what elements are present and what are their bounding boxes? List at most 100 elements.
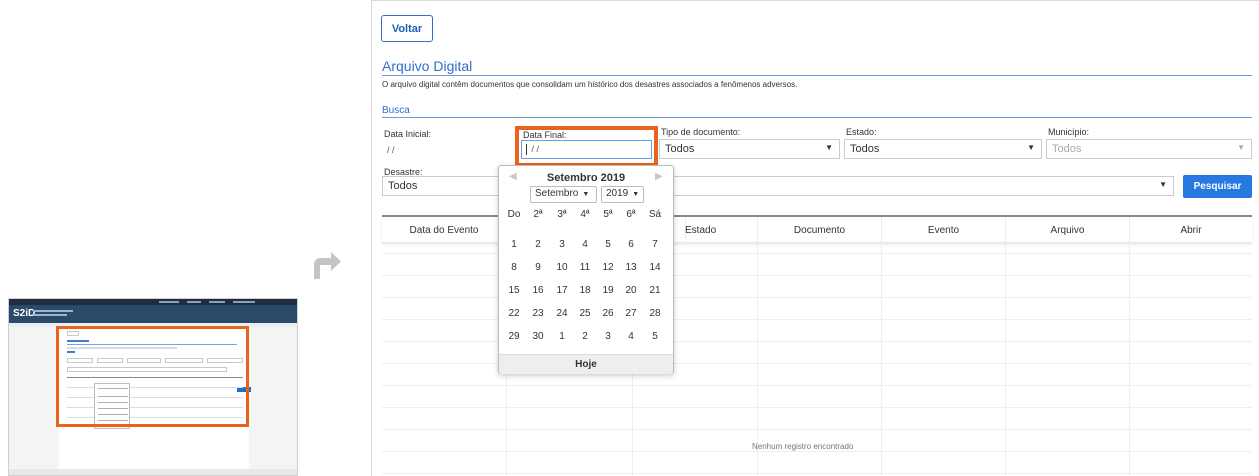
calendar-day[interactable]: 29 — [503, 330, 525, 344]
weekday-header: 4ª — [580, 209, 590, 220]
calendar-day[interactable]: 13 — [620, 261, 642, 275]
municipio-value: Todos — [1052, 143, 1082, 155]
calendar-day[interactable]: 25 — [574, 307, 596, 321]
chevron-down-icon: ▼ — [825, 143, 833, 152]
chevron-down-icon: ▼ — [1237, 143, 1245, 152]
calendar-day[interactable]: 11 — [574, 261, 596, 275]
weekday-header: Do — [507, 209, 521, 220]
thumbnail-menu-item — [233, 301, 255, 303]
arrow-icon — [314, 252, 341, 279]
today-button[interactable]: Hoje — [499, 354, 673, 374]
column-header-documento[interactable]: Documento — [757, 217, 881, 243]
tipo-documento-select[interactable]: Todos ▼ — [659, 139, 840, 159]
calendar-day[interactable]: 19 — [597, 284, 619, 298]
tipo-documento-label: Tipo de documento: — [661, 127, 741, 137]
calendar-day[interactable]: 10 — [551, 261, 573, 275]
calendar-day[interactable]: 5 — [597, 238, 619, 252]
month-select[interactable]: Setembro ▼ — [530, 186, 597, 203]
calendar-day[interactable]: 23 — [527, 307, 549, 321]
calendar-day[interactable]: 4 — [574, 238, 596, 252]
calendar-day[interactable]: 30 — [527, 330, 549, 344]
calendar-day[interactable]: 28 — [644, 307, 666, 321]
back-button[interactable]: Voltar — [381, 15, 433, 42]
page-title: Arquivo Digital — [382, 58, 473, 74]
data-inicial-input[interactable]: / / — [382, 141, 512, 160]
calendar-day[interactable]: 4 — [620, 330, 642, 344]
chevron-down-icon: ▼ — [632, 191, 640, 198]
datepicker-title: Setembro 2019 — [546, 172, 626, 184]
data-inicial-label: Data Inicial: — [384, 129, 432, 139]
estado-value: Todos — [850, 143, 880, 155]
calendar-day[interactable]: 18 — [574, 284, 596, 298]
calendar-day[interactable]: 7 — [644, 238, 666, 252]
grid-row-line — [382, 407, 1252, 408]
column-header-arquivo[interactable]: Arquivo — [1005, 217, 1129, 243]
thumbnail-logo-text — [33, 314, 67, 316]
title-divider — [382, 75, 1252, 76]
thumbnail-highlight — [56, 326, 249, 427]
column-header-abrir[interactable]: Abrir — [1129, 217, 1252, 243]
calendar-day[interactable]: 3 — [597, 330, 619, 344]
thumbnail-logo: S2iD — [13, 308, 36, 319]
weekday-header: Sá — [648, 209, 662, 220]
calendar-day[interactable]: 3 — [551, 238, 573, 252]
grid-row-line — [382, 385, 1252, 386]
calendar-day[interactable]: 1 — [503, 238, 525, 252]
grid-row-line — [382, 429, 1252, 430]
weekday-header: 2ª — [533, 209, 543, 220]
year-select-value: 2019 — [606, 188, 629, 199]
calendar-day[interactable]: 2 — [527, 238, 549, 252]
tutorial-stage: S2iD Voltar Arquivo Digital O arquivo di… — [0, 0, 1259, 476]
tipo-documento-value: Todos — [665, 143, 695, 155]
page-description: O arquivo digital contêm documentos que … — [382, 80, 798, 89]
column-header-evento[interactable]: Evento — [881, 217, 1005, 243]
chevron-down-icon: ▼ — [582, 191, 590, 198]
municipio-label: Município: — [1048, 127, 1090, 137]
calendar-day[interactable]: 27 — [620, 307, 642, 321]
weekday-header: 3ª — [557, 209, 567, 220]
calendar-day[interactable]: 16 — [527, 284, 549, 298]
thumbnail-menu-item — [209, 301, 225, 303]
empty-table-message: Nenhum registro encontrado — [752, 442, 854, 451]
calendar-day[interactable]: 14 — [644, 261, 666, 275]
data-final-highlight — [515, 126, 658, 167]
chevron-down-icon: ▼ — [1159, 180, 1167, 189]
screenshot-thumbnail: S2iD — [8, 298, 298, 476]
calendar-day[interactable]: 12 — [597, 261, 619, 275]
data-inicial-value: / / — [387, 145, 395, 155]
calendar-day[interactable]: 5 — [644, 330, 666, 344]
thumbnail-footer — [9, 469, 297, 475]
weekday-header: 6ª — [626, 209, 636, 220]
calendar-day[interactable]: 1 — [551, 330, 573, 344]
search-section-divider — [382, 117, 1252, 118]
calendar-day[interactable]: 21 — [644, 284, 666, 298]
calendar-day[interactable]: 8 — [503, 261, 525, 275]
calendar-day[interactable]: 24 — [551, 307, 573, 321]
calendar-day[interactable]: 20 — [620, 284, 642, 298]
weekday-header: 5ª — [603, 209, 613, 220]
column-header-data-evento[interactable]: Data do Evento — [382, 217, 506, 243]
search-button[interactable]: Pesquisar — [1183, 175, 1252, 198]
grid-row-line — [382, 473, 1252, 474]
grid-row-line — [382, 451, 1252, 452]
month-select-value: Setembro — [535, 188, 579, 199]
thumbnail-menu-item — [159, 301, 179, 303]
year-select[interactable]: 2019 ▼ — [601, 186, 644, 203]
calendar-day[interactable]: 26 — [597, 307, 619, 321]
calendar-day[interactable]: 17 — [551, 284, 573, 298]
thumbnail-logo-text — [33, 310, 73, 312]
calendar-day[interactable]: 2 — [574, 330, 596, 344]
search-section-title: Busca — [382, 105, 410, 116]
calendar-day[interactable]: 9 — [527, 261, 549, 275]
thumbnail-menu-item — [187, 301, 201, 303]
datepicker-popup: ◀ ▶ Setembro 2019 Setembro ▼ 2019 ▼ Do 2ª 3ª… — [498, 165, 674, 374]
calendar-day[interactable]: 15 — [503, 284, 525, 298]
grid-column-line — [1005, 243, 1006, 476]
grid-column-line — [881, 243, 882, 476]
grid-column-line — [1129, 243, 1130, 476]
calendar-day[interactable]: 6 — [620, 238, 642, 252]
desastre-value: Todos — [388, 180, 418, 192]
calendar-day[interactable]: 22 — [503, 307, 525, 321]
municipio-select[interactable]: Todos ▼ — [1046, 139, 1252, 159]
estado-select[interactable]: Todos ▼ — [844, 139, 1042, 159]
